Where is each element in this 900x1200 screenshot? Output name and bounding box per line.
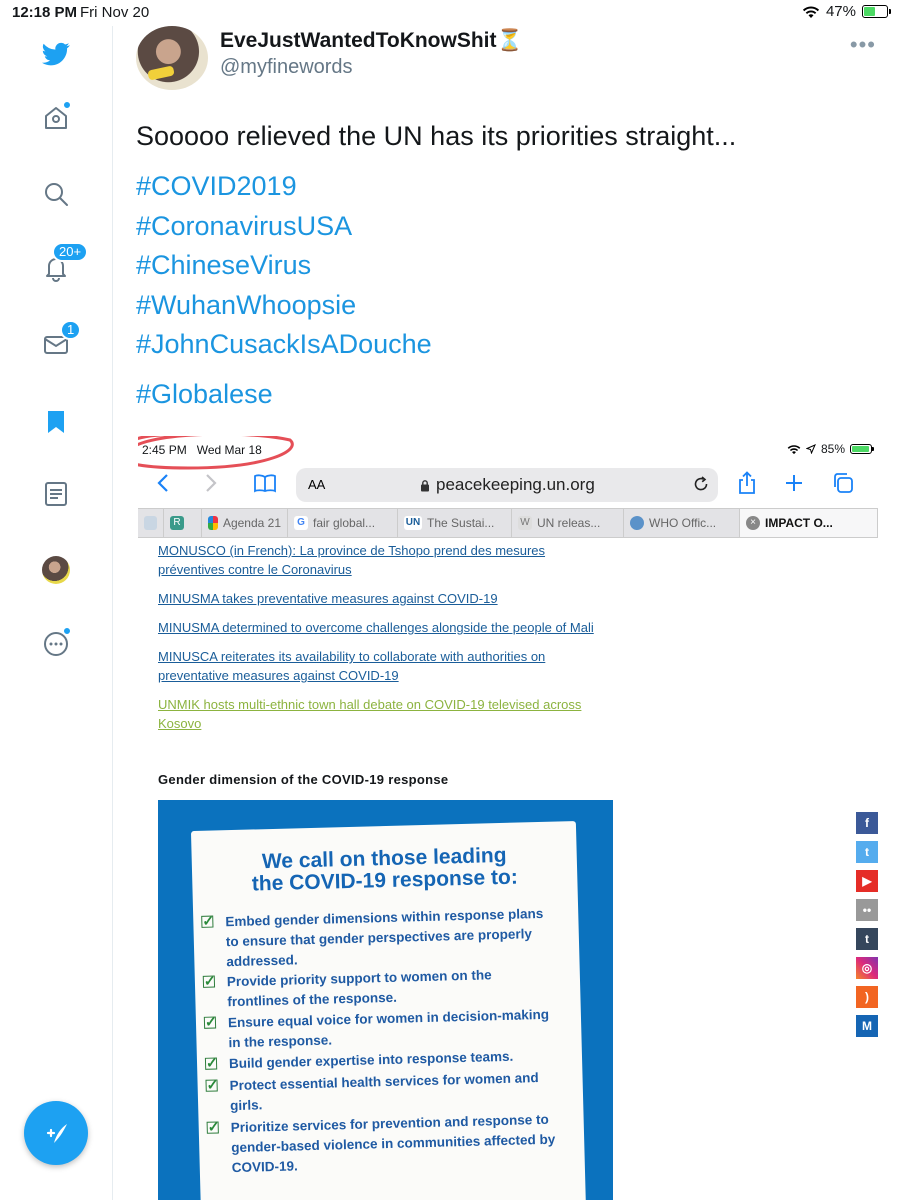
- link-unmik[interactable]: UNMIK hosts multi-ethnic town hall debat…: [158, 695, 581, 733]
- tab-who-offic[interactable]: WHO Offic...: [624, 509, 740, 537]
- home-icon[interactable]: [36, 98, 76, 138]
- wiki-favicon: W: [518, 516, 532, 530]
- status-date: Fri Nov 20: [80, 4, 150, 21]
- flickr-icon[interactable]: ••: [856, 899, 878, 921]
- hashtag-wuhanwhoopsie[interactable]: #WuhanWhoopsie: [136, 290, 356, 321]
- tab-impact[interactable]: × IMPACT O...: [740, 509, 878, 537]
- messages-badge: 1: [60, 320, 82, 340]
- lock-icon: [421, 479, 429, 491]
- web-page-content: MONUSCO (in French): La province de Tsho…: [138, 539, 878, 1200]
- tab-favicon: [144, 516, 157, 530]
- tab-agenda-21[interactable]: Agenda 21: [202, 509, 288, 537]
- more-notification-dot: [62, 626, 72, 636]
- tab-the-sustai[interactable]: UN The Sustai...: [398, 509, 512, 537]
- attached-screenshot[interactable]: 2:45 PM Wed Mar 18 85% AA peacekeeping.u…: [138, 436, 900, 1200]
- battery-percent: 47%: [825, 3, 856, 20]
- twitter-icon[interactable]: t: [856, 841, 878, 863]
- link-monusco[interactable]: MONUSCO (in French): La province de Tsho…: [158, 541, 545, 579]
- rss-icon[interactable]: ): [856, 986, 878, 1008]
- sidebar: 20+ 1: [0, 26, 113, 1200]
- screenshot-status-right: 85%: [787, 442, 874, 456]
- wifi-icon: [802, 6, 820, 18]
- poster-item: Ensure equal voice for women in decision…: [203, 1005, 554, 1053]
- un-favicon: UN: [404, 516, 422, 530]
- medium-icon[interactable]: M: [856, 1015, 878, 1037]
- lists-icon[interactable]: [36, 474, 76, 514]
- battery-icon: [862, 5, 891, 18]
- battery-icon: [850, 444, 874, 454]
- hashtag-chinesevirus[interactable]: #ChineseVirus: [136, 250, 311, 281]
- link-minusma-preventative[interactable]: MINUSMA takes preventative measures agai…: [158, 589, 498, 608]
- tweet-text: Sooooo relieved the UN has its prioritie…: [136, 121, 737, 151]
- home-notification-dot: [62, 100, 72, 110]
- compose-icon: [46, 1124, 67, 1143]
- status-right: 47%: [802, 3, 891, 20]
- messages-icon[interactable]: 1: [36, 320, 82, 364]
- reader-aa-button[interactable]: AA: [308, 477, 325, 492]
- more-icon[interactable]: [36, 624, 76, 664]
- status-time: 12:18 PM: [12, 4, 78, 21]
- hashtag-johncusackisadouche[interactable]: #JohnCusackIsADouche: [136, 329, 432, 360]
- screenshot-battery-percent: 85%: [820, 442, 845, 456]
- hashtag-coronavirususa[interactable]: #CoronavirusUSA: [136, 211, 352, 242]
- tweet-more-icon[interactable]: •••: [850, 32, 876, 58]
- url-text: peacekeeping.un.org: [420, 475, 595, 495]
- search-icon[interactable]: [36, 174, 76, 214]
- section-heading: Gender dimension of the COVID-19 respons…: [158, 772, 449, 787]
- poster-item: Embed gender dimensions within response …: [201, 904, 551, 972]
- tweet: EveJustWantedToKnowShit⏳ @myfinewords ••…: [113, 26, 900, 1200]
- tabs-overview-icon[interactable]: [828, 468, 858, 498]
- tab-1[interactable]: [138, 509, 164, 537]
- safari-tab-bar: R Agenda 21 Gfair global... UN The Sustai…: [138, 508, 878, 538]
- reload-icon[interactable]: [692, 475, 710, 498]
- compose-tweet-button[interactable]: [24, 1101, 88, 1165]
- hashtag-globalese[interactable]: #Globalese: [136, 379, 273, 410]
- gender-poster-image: We call on those leading the COVID-19 res…: [158, 800, 613, 1200]
- social-share-bar: f t ▶ •• t ◎ ) M: [856, 812, 878, 1044]
- author-avatar[interactable]: [136, 26, 208, 90]
- agenda21-favicon: [208, 516, 218, 530]
- poster-item: Protect essential health services for wo…: [205, 1068, 555, 1116]
- poster-card: We call on those leading the COVID-19 res…: [190, 821, 587, 1200]
- tab-fair-global[interactable]: Gfair global...: [288, 509, 398, 537]
- tab-favicon: R: [170, 516, 184, 530]
- share-icon[interactable]: [732, 468, 762, 498]
- poster-item: Provide priority support to women on the…: [202, 964, 553, 1012]
- notifications-badge: 20+: [52, 242, 89, 262]
- link-minusma-challenges[interactable]: MINUSMA determined to overcome challenge…: [158, 618, 594, 637]
- forward-icon[interactable]: [196, 468, 226, 498]
- author-name-text: EveJustWantedToKnowShit: [220, 29, 497, 52]
- status-bar: 12:18 PM Fri Nov 20 47%: [0, 0, 900, 26]
- google-favicon: G: [294, 516, 308, 530]
- instagram-icon[interactable]: ◎: [856, 957, 878, 979]
- hourglass-emoji: ⏳: [496, 29, 523, 52]
- twitter-logo-icon[interactable]: [36, 34, 76, 74]
- profile-avatar[interactable]: [36, 550, 76, 590]
- back-icon[interactable]: [148, 468, 178, 498]
- new-tab-icon[interactable]: [779, 468, 809, 498]
- location-arrow-icon: [805, 444, 816, 454]
- tumblr-icon[interactable]: t: [856, 928, 878, 950]
- facebook-icon[interactable]: f: [856, 812, 878, 834]
- bookmarks-icon[interactable]: [36, 402, 76, 442]
- bookmarks-book-icon[interactable]: [250, 468, 280, 498]
- tab-un-releas[interactable]: W UN releas...: [512, 509, 624, 537]
- hashtag-covid2019[interactable]: #COVID2019: [136, 171, 297, 202]
- author-handle[interactable]: @myfinewords: [220, 56, 353, 79]
- link-minusca[interactable]: MINUSCA reiterates its availability to c…: [158, 647, 545, 685]
- close-tab-icon[interactable]: ×: [746, 516, 760, 530]
- poster-title: We call on those leading the COVID-19 res…: [251, 843, 519, 896]
- tab-2[interactable]: R: [164, 509, 202, 537]
- who-favicon: [630, 516, 644, 530]
- address-bar[interactable]: AA peacekeeping.un.org: [296, 468, 718, 502]
- notifications-icon[interactable]: 20+: [36, 242, 89, 288]
- wifi-icon: [787, 444, 801, 454]
- poster-item: Prioritize services for prevention and r…: [206, 1110, 556, 1178]
- author-name[interactable]: EveJustWantedToKnowShit⏳: [220, 29, 523, 53]
- youtube-icon[interactable]: ▶: [856, 870, 878, 892]
